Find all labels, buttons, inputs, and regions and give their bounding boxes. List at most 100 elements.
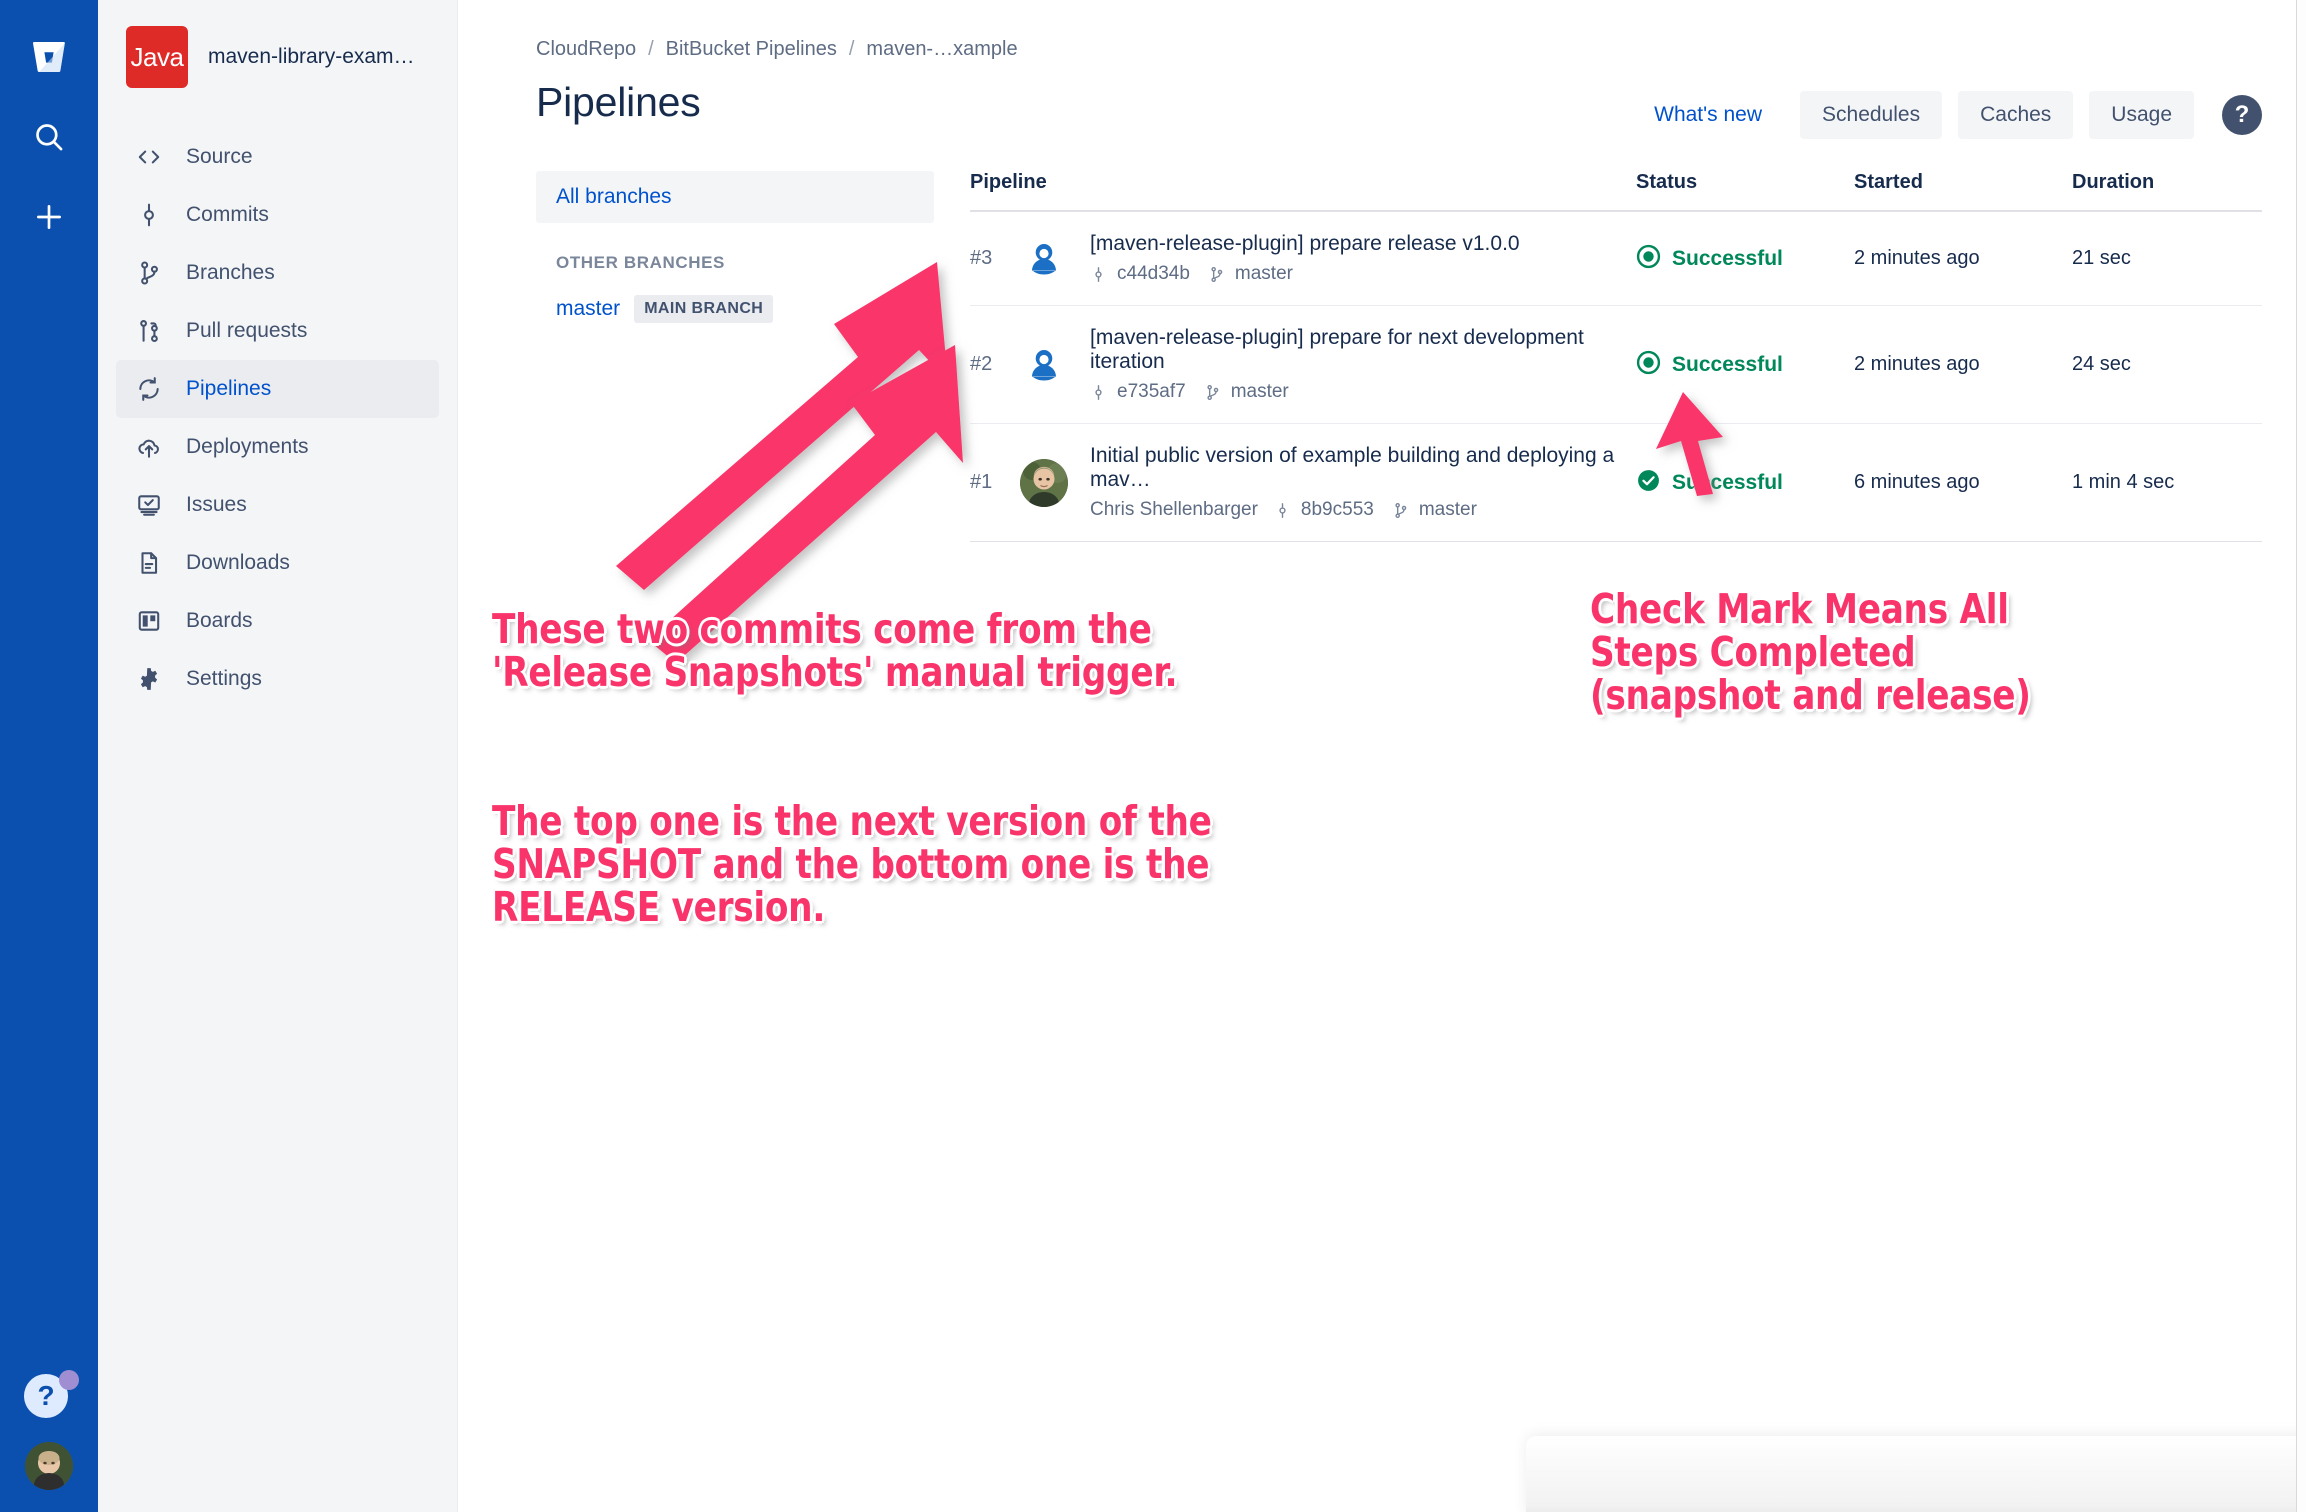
commit-message: [maven-release-plugin] prepare for next … xyxy=(1090,326,1584,373)
caches-button[interactable]: Caches xyxy=(1958,91,2074,139)
search-icon[interactable] xyxy=(20,108,78,166)
branch-icon xyxy=(134,260,164,286)
breadcrumb-item-0[interactable]: CloudRepo xyxy=(536,38,636,61)
commit-author: Chris Shellenbarger xyxy=(1090,499,1258,520)
sidebar-item-branches[interactable]: Branches xyxy=(116,244,439,302)
commit-icon xyxy=(1274,502,1291,519)
sidebar-item-source[interactable]: Source xyxy=(116,128,439,186)
annotation-left-1: These two commits come from the 'Release… xyxy=(492,605,1178,697)
content-columns: All branches OTHER BRANCHES master MAIN … xyxy=(536,171,2262,542)
page-title: Pipelines xyxy=(536,79,701,125)
branch-filter-panel: All branches OTHER BRANCHES master MAIN … xyxy=(536,171,934,542)
commit-meta: c44d34b master xyxy=(1090,263,1520,285)
annotation-left-2: The top one is the next version of the S… xyxy=(492,797,1212,932)
sidebar-item-label: Downloads xyxy=(186,551,290,574)
commit-hash[interactable]: c44d34b xyxy=(1117,263,1190,285)
bitbucket-logo-icon[interactable] xyxy=(20,28,78,86)
breadcrumb-item-1[interactable]: BitBucket Pipelines xyxy=(666,38,837,61)
annotation-right-1: Check Mark Means All Steps Completed (sn… xyxy=(1590,585,2031,720)
branch-list-item[interactable]: master MAIN BRANCH xyxy=(556,295,934,323)
commit-hash[interactable]: 8b9c553 xyxy=(1301,499,1374,521)
branch-icon xyxy=(1392,502,1409,519)
help-icon[interactable]: ? xyxy=(2222,95,2262,135)
bitbucket-pipelines-page: ? Java maven-library-exam… Source Commit… xyxy=(0,0,2306,1512)
sidebar-item-downloads[interactable]: Downloads xyxy=(116,534,439,592)
started-cell: 2 minutes ago xyxy=(1854,353,1980,375)
issues-icon xyxy=(134,492,164,518)
sidebar-item-label: Issues xyxy=(186,493,247,516)
sidebar-item-label: Boards xyxy=(186,609,253,632)
sidebar-item-label: Deployments xyxy=(186,435,309,458)
pipeline-text: [maven-release-plugin] prepare for next … xyxy=(1090,326,1636,403)
column-header-started: Started xyxy=(1854,171,1923,193)
sidebar-item-label: Commits xyxy=(186,203,269,226)
build-number: #2 xyxy=(970,353,993,375)
gear-icon xyxy=(134,666,164,692)
branch-name[interactable]: master xyxy=(1419,499,1477,521)
sidebar-item-pull-requests[interactable]: Pull requests xyxy=(116,302,439,360)
commit-message: Initial public version of example buildi… xyxy=(1090,444,1615,491)
schedules-button[interactable]: Schedules xyxy=(1800,91,1943,139)
pipeline-cell: #3 [maven-release-plugin] prepare releas… xyxy=(970,232,1636,285)
column-header-duration: Duration xyxy=(2072,171,2155,193)
repo-logo-icon: Java xyxy=(126,26,188,88)
pipeline-cell: #1 Initial public version of example bui… xyxy=(970,444,1636,521)
help-button-wrap: ? xyxy=(24,1370,79,1424)
breadcrumb-separator: / xyxy=(848,38,855,60)
rail-top-group xyxy=(0,0,98,246)
branch-name[interactable]: master xyxy=(556,297,620,321)
global-nav-rail: ? xyxy=(0,0,98,1512)
breadcrumb-separator: / xyxy=(648,38,654,60)
status-badge: Successful xyxy=(1672,246,1783,270)
pipelines-icon xyxy=(134,376,164,402)
other-branches-label: OTHER BRANCHES xyxy=(556,253,725,272)
success-check-icon xyxy=(1636,468,1661,498)
sidebar-item-boards[interactable]: Boards xyxy=(116,592,439,650)
started-cell: 6 minutes ago xyxy=(1854,471,1980,493)
avatar[interactable] xyxy=(25,1442,73,1490)
table-header: Pipeline Status Started Duration xyxy=(970,171,2262,212)
table-row[interactable]: #2 [maven-release-plugin] prepare for ne… xyxy=(970,306,2262,424)
started-cell: 2 minutes ago xyxy=(1854,247,1980,269)
sidebar-item-commits[interactable]: Commits xyxy=(116,186,439,244)
sidebar-item-deployments[interactable]: Deployments xyxy=(116,418,439,476)
downloads-icon xyxy=(134,550,164,576)
table-row[interactable]: #1 Initial public version of example bui… xyxy=(970,424,2262,542)
build-number: #3 xyxy=(970,247,993,269)
whats-new-link[interactable]: What's new xyxy=(1654,103,1762,127)
rail-bottom-group: ? xyxy=(0,1370,98,1490)
sidebar-item-pipelines[interactable]: Pipelines xyxy=(116,360,439,418)
sidebar-item-label: Settings xyxy=(186,667,262,690)
sidebar-item-issues[interactable]: Issues xyxy=(116,476,439,534)
column-header-pipeline: Pipeline xyxy=(970,171,1047,193)
sidebar-item-label: Pull requests xyxy=(186,319,308,342)
breadcrumb-item-2[interactable]: maven-…xample xyxy=(866,38,1017,61)
usage-button[interactable]: Usage xyxy=(2089,91,2194,139)
photo-avatar xyxy=(1020,458,1068,507)
branch-icon xyxy=(1208,266,1225,283)
sidebar-item-settings[interactable]: Settings xyxy=(116,650,439,708)
deployments-icon xyxy=(134,434,164,460)
branch-name[interactable]: master xyxy=(1231,381,1289,403)
build-number: #1 xyxy=(970,471,993,493)
pipeline-cell: #2 [maven-release-plugin] prepare for ne… xyxy=(970,326,1636,403)
notification-badge xyxy=(59,1370,79,1390)
plus-icon[interactable] xyxy=(20,188,78,246)
all-branches-item[interactable]: All branches xyxy=(536,171,934,223)
sidebar-item-label: Source xyxy=(186,145,253,168)
repo-header[interactable]: Java maven-library-exam… xyxy=(98,26,457,88)
commit-icon xyxy=(1090,384,1107,401)
pipelines-table: Pipeline Status Started Duration #3 [mav… xyxy=(970,171,2262,542)
header-actions: What's new Schedules Caches Usage ? xyxy=(1654,79,2262,139)
column-header-status: Status xyxy=(1636,171,1698,193)
commit-message: [maven-release-plugin] prepare release v… xyxy=(1090,232,1520,255)
commit-meta: e735af7 master xyxy=(1090,381,1636,403)
duration-cell: 1 min 4 sec xyxy=(2072,471,2175,493)
table-row[interactable]: #3 [maven-release-plugin] prepare releas… xyxy=(970,212,2262,306)
commit-meta: Chris Shellenbarger 8b9c553 master xyxy=(1090,499,1636,521)
breadcrumb: CloudRepo / BitBucket Pipelines / maven-… xyxy=(536,38,2262,61)
commit-hash[interactable]: e735af7 xyxy=(1117,381,1186,403)
duration-cell: 24 sec xyxy=(2072,353,2131,375)
team-avatar xyxy=(1020,340,1068,389)
branch-name[interactable]: master xyxy=(1235,263,1293,285)
